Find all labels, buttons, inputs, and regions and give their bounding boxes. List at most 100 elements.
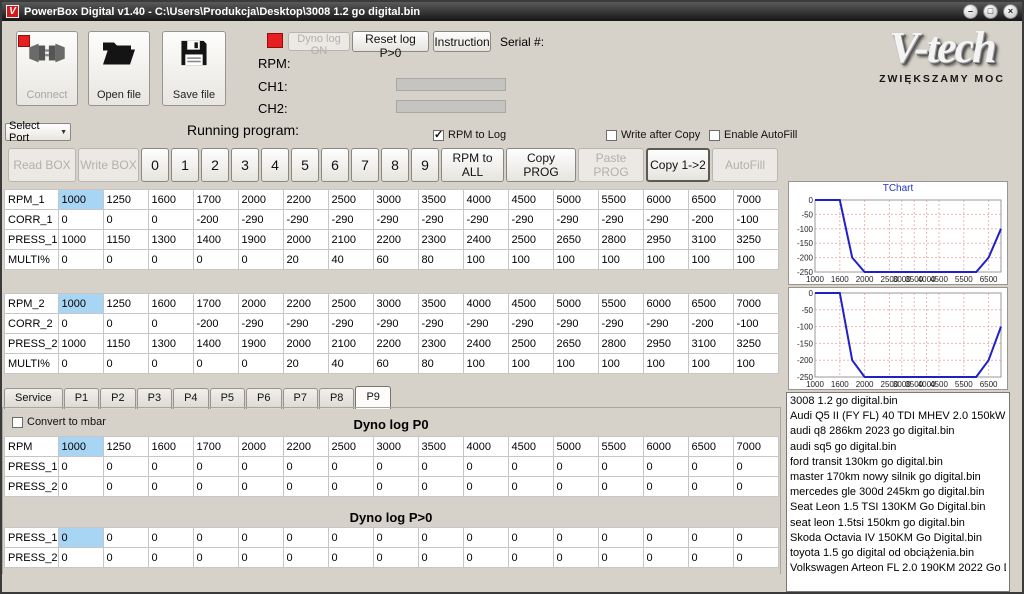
value-cell[interactable]: 0 — [643, 548, 688, 568]
value-cell[interactable]: -290 — [463, 314, 508, 334]
value-cell[interactable]: 0 — [508, 548, 553, 568]
title-bar[interactable]: V PowerBox Digital v1.40 - C:\Users\Prod… — [2, 2, 1022, 21]
value-cell[interactable]: 1900 — [238, 230, 283, 250]
value-cell[interactable]: 1000 — [58, 437, 103, 457]
value-cell[interactable]: -290 — [283, 314, 328, 334]
value-cell[interactable]: -290 — [643, 314, 688, 334]
value-cell[interactable]: -290 — [238, 314, 283, 334]
close-button[interactable]: × — [1003, 4, 1018, 19]
value-cell[interactable]: 0 — [283, 548, 328, 568]
value-cell[interactable]: 0 — [733, 548, 778, 568]
tab-p8[interactable]: P8 — [319, 388, 354, 409]
value-cell[interactable]: 2100 — [328, 334, 373, 354]
value-cell[interactable]: 2800 — [598, 334, 643, 354]
file-list-item[interactable]: audi sq5 go digital.bin — [790, 440, 1006, 455]
value-cell[interactable]: 100 — [643, 250, 688, 270]
value-cell[interactable]: 3500 — [418, 190, 463, 210]
value-cell[interactable]: -290 — [508, 314, 553, 334]
button-1[interactable]: 1 — [171, 148, 199, 182]
value-cell[interactable]: 2950 — [643, 230, 688, 250]
value-cell[interactable]: -290 — [553, 314, 598, 334]
value-cell[interactable]: 5000 — [553, 190, 598, 210]
value-cell[interactable]: 100 — [598, 250, 643, 270]
value-cell[interactable]: 0 — [418, 528, 463, 548]
value-cell[interactable]: 4500 — [508, 437, 553, 457]
value-cell[interactable]: 2000 — [238, 294, 283, 314]
value-cell[interactable]: 0 — [103, 477, 148, 497]
value-cell[interactable]: 4500 — [508, 294, 553, 314]
file-list-item[interactable]: seat leon 1.5tsi 150km go digital.bin — [790, 516, 1006, 531]
button-copy-1-2[interactable]: Copy 1->2 — [646, 148, 710, 182]
value-cell[interactable]: 2200 — [283, 437, 328, 457]
value-cell[interactable]: 2500 — [328, 437, 373, 457]
value-cell[interactable]: 1300 — [148, 230, 193, 250]
value-cell[interactable]: 0 — [193, 457, 238, 477]
value-cell[interactable]: 5000 — [553, 294, 598, 314]
value-cell[interactable]: 6000 — [643, 437, 688, 457]
value-cell[interactable]: 0 — [373, 457, 418, 477]
value-cell[interactable]: 2400 — [463, 334, 508, 354]
value-cell[interactable]: 0 — [148, 548, 193, 568]
value-cell[interactable]: 2650 — [553, 230, 598, 250]
value-cell[interactable]: 0 — [103, 528, 148, 548]
value-cell[interactable]: 0 — [103, 548, 148, 568]
value-cell[interactable]: 1300 — [148, 334, 193, 354]
value-cell[interactable]: 2300 — [418, 230, 463, 250]
value-cell[interactable]: -290 — [553, 210, 598, 230]
value-cell[interactable]: 4500 — [508, 190, 553, 210]
value-cell[interactable]: -290 — [373, 314, 418, 334]
value-cell[interactable]: 0 — [463, 528, 508, 548]
value-cell[interactable]: 0 — [103, 210, 148, 230]
value-cell[interactable]: 100 — [553, 354, 598, 374]
file-list-item[interactable]: Volkswagen Arteon FL 2.0 190KM 2022 Go D… — [790, 561, 1006, 576]
value-cell[interactable]: 0 — [148, 477, 193, 497]
value-cell[interactable]: 2500 — [508, 334, 553, 354]
value-cell[interactable]: 6000 — [643, 190, 688, 210]
value-cell[interactable]: 2300 — [418, 334, 463, 354]
value-cell[interactable]: 60 — [373, 354, 418, 374]
value-cell[interactable]: 6500 — [688, 190, 733, 210]
button-3[interactable]: 3 — [231, 148, 259, 182]
value-cell[interactable]: 20 — [283, 250, 328, 270]
reset-log-button[interactable]: Reset log P>0 — [352, 31, 429, 52]
value-cell[interactable]: 5500 — [598, 294, 643, 314]
value-cell[interactable]: 3500 — [418, 437, 463, 457]
tab-p6[interactable]: P6 — [246, 388, 281, 409]
value-cell[interactable]: 0 — [643, 528, 688, 548]
value-cell[interactable]: 0 — [193, 548, 238, 568]
value-cell[interactable]: 0 — [553, 477, 598, 497]
value-cell[interactable]: 0 — [598, 477, 643, 497]
value-cell[interactable]: 1150 — [103, 230, 148, 250]
value-cell[interactable]: 6000 — [643, 294, 688, 314]
value-cell[interactable]: 0 — [238, 528, 283, 548]
file-list-item[interactable]: ford transit 130km go digital.bin — [790, 455, 1006, 470]
value-cell[interactable]: 0 — [688, 548, 733, 568]
value-cell[interactable]: 80 — [418, 354, 463, 374]
value-cell[interactable]: 0 — [598, 457, 643, 477]
file-list-item[interactable]: mercedes gle 300d 245km go digital.bin — [790, 485, 1006, 500]
value-cell[interactable]: 7000 — [733, 437, 778, 457]
value-cell[interactable]: 100 — [463, 354, 508, 374]
value-cell[interactable]: 2000 — [283, 334, 328, 354]
value-cell[interactable]: 0 — [283, 528, 328, 548]
value-cell[interactable]: 1250 — [103, 294, 148, 314]
file-list-item[interactable]: Audi Q5 II (FY FL) 40 TDI MHEV 2.0 150kW… — [790, 409, 1006, 424]
value-cell[interactable]: 0 — [643, 457, 688, 477]
value-cell[interactable]: 0 — [103, 354, 148, 374]
value-cell[interactable]: 5500 — [598, 190, 643, 210]
value-cell[interactable]: 0 — [58, 457, 103, 477]
value-cell[interactable]: 0 — [553, 528, 598, 548]
value-cell[interactable]: 0 — [148, 528, 193, 548]
value-cell[interactable]: 0 — [58, 528, 103, 548]
value-cell[interactable]: 0 — [148, 210, 193, 230]
value-cell[interactable]: -290 — [418, 210, 463, 230]
tab-p4[interactable]: P4 — [173, 388, 208, 409]
value-cell[interactable]: 0 — [508, 477, 553, 497]
button-6[interactable]: 6 — [321, 148, 349, 182]
value-cell[interactable]: 6500 — [688, 294, 733, 314]
tab-p5[interactable]: P5 — [210, 388, 245, 409]
value-cell[interactable]: 1250 — [103, 437, 148, 457]
value-cell[interactable]: 0 — [643, 477, 688, 497]
value-cell[interactable]: 1700 — [193, 437, 238, 457]
value-cell[interactable]: 1000 — [58, 334, 103, 354]
